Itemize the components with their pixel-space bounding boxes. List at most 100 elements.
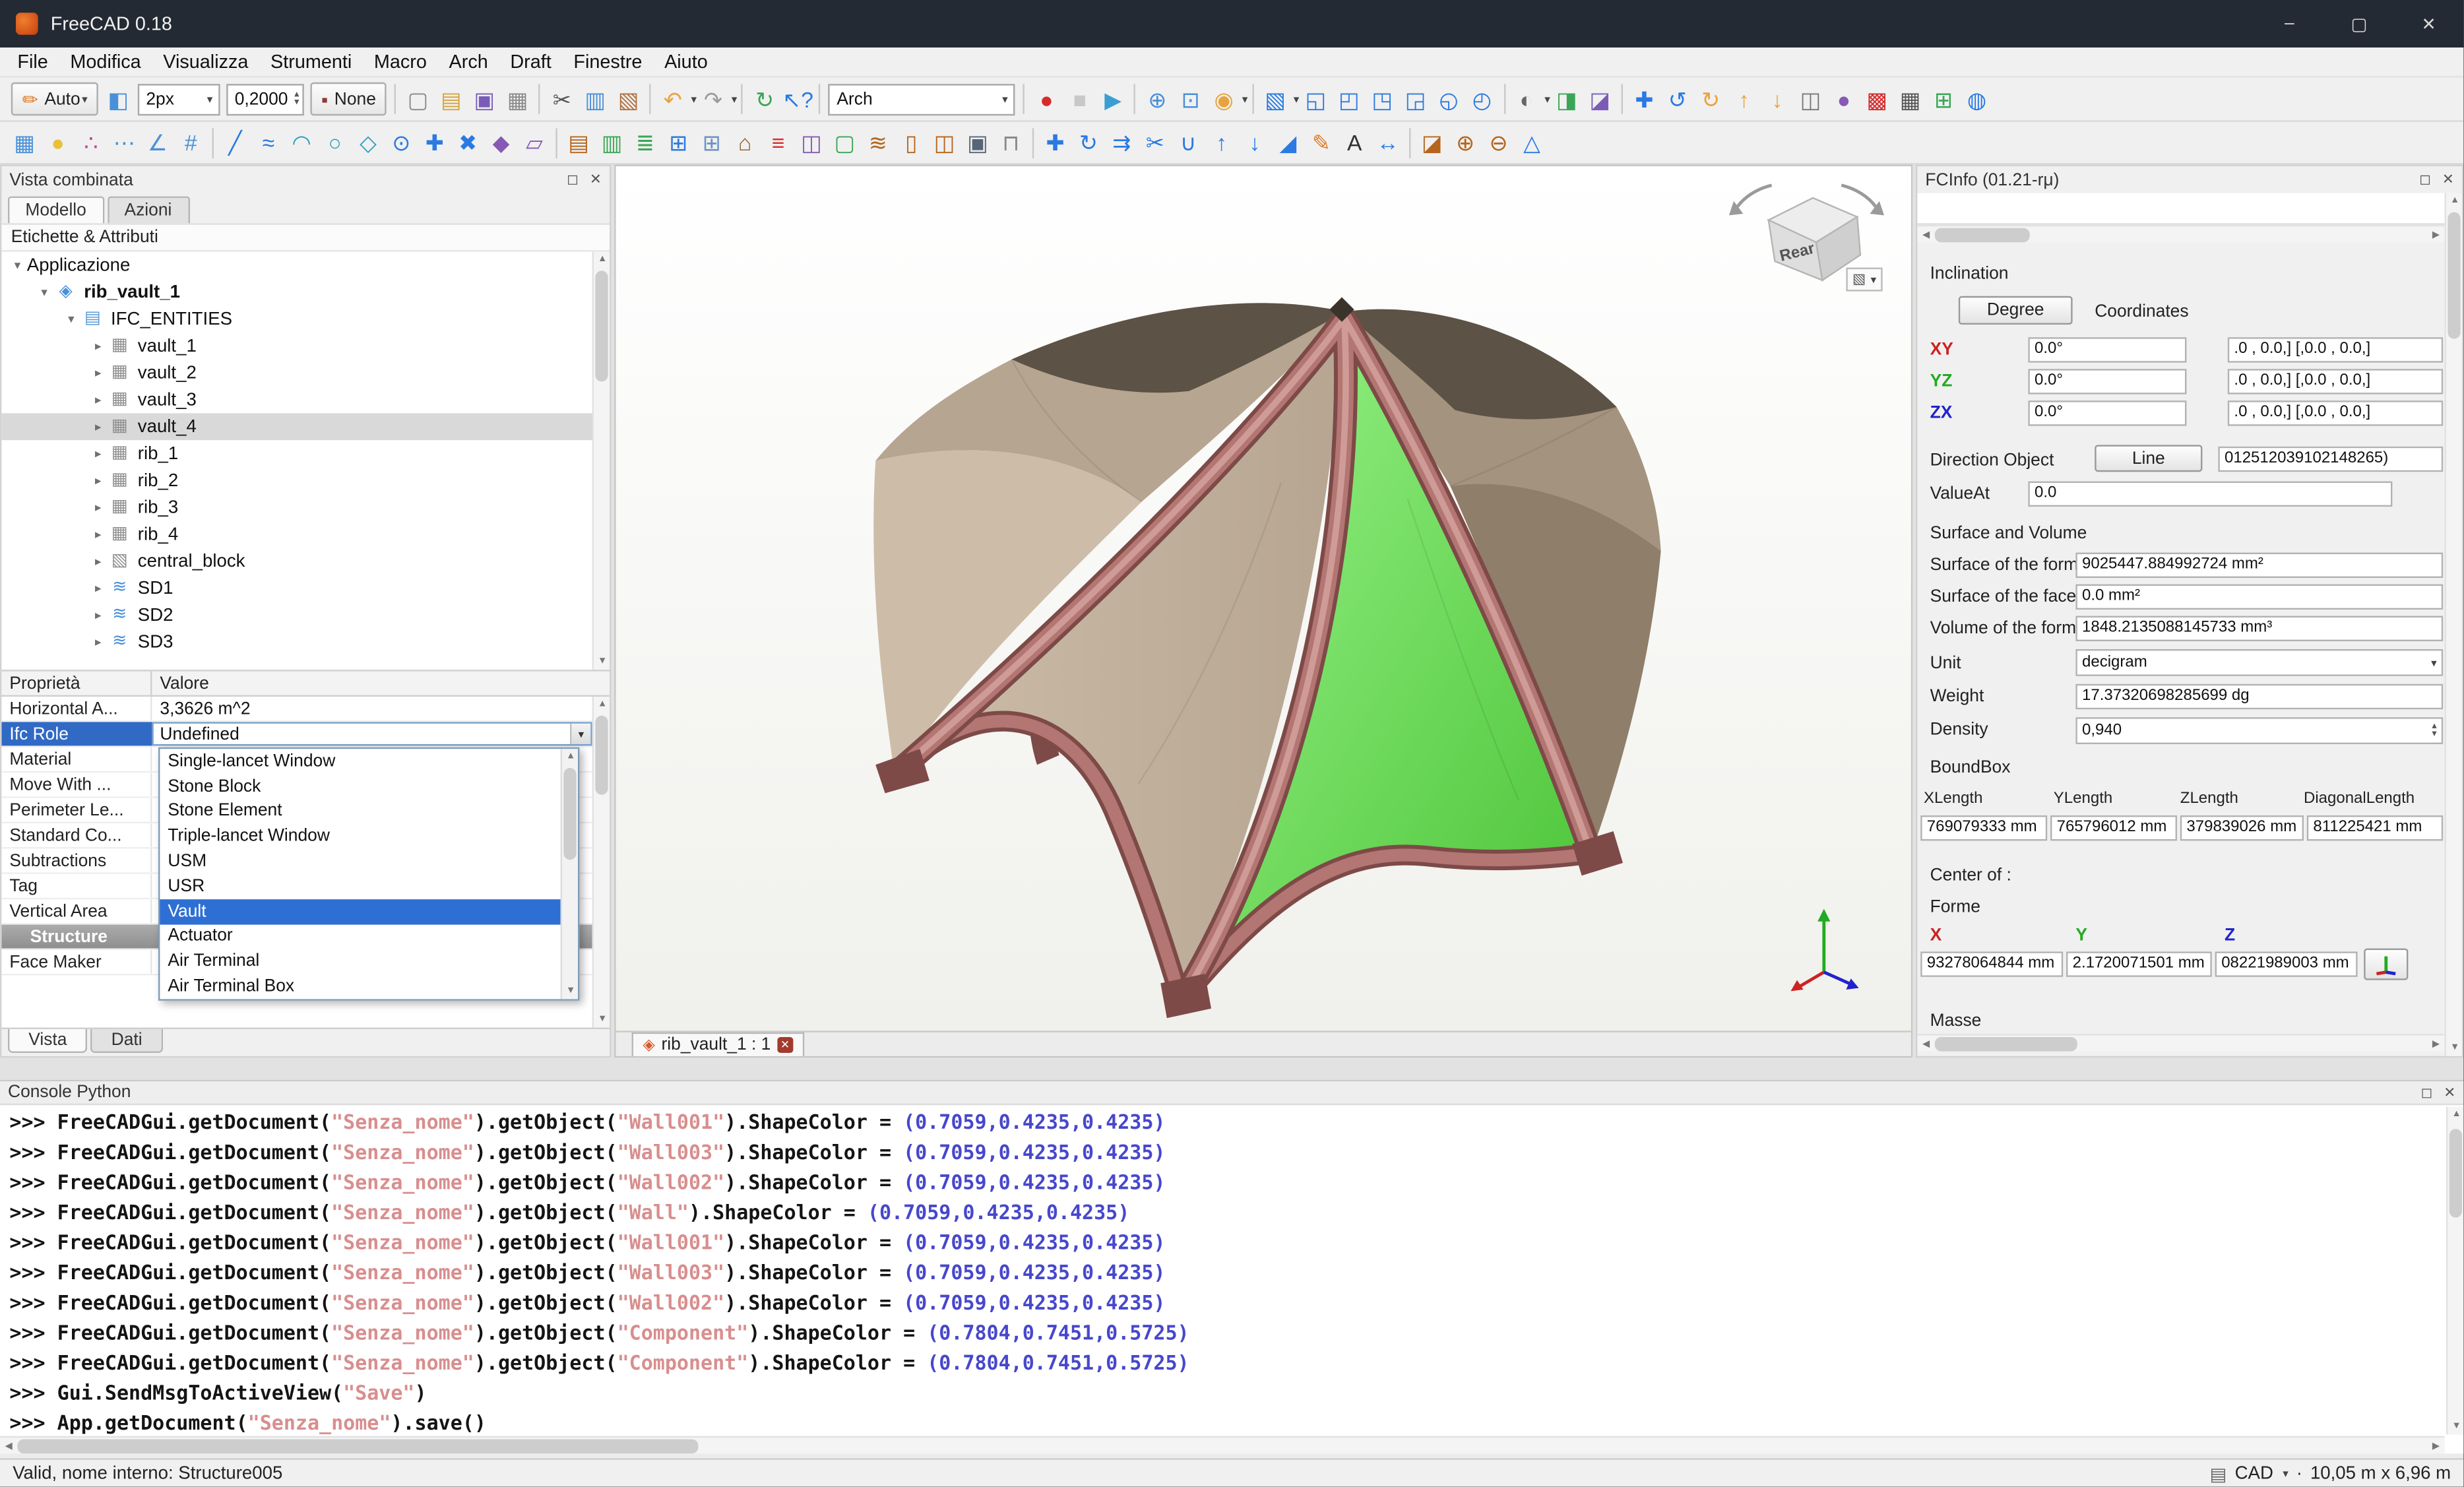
- document-tab[interactable]: ◈ rib_vault_1 : 1 ✕: [632, 1032, 804, 1056]
- tree-item-sd3[interactable]: ▸≋SD3: [1, 629, 592, 656]
- std-print-icon[interactable]: ▦: [501, 82, 534, 115]
- arch-add-icon[interactable]: ⊕: [1449, 126, 1482, 159]
- snap-angle-icon[interactable]: ∠: [141, 126, 174, 159]
- volume-form-field[interactable]: 1848.2135088145733 mm³: [2075, 616, 2443, 641]
- axes-button[interactable]: [2364, 949, 2408, 980]
- chevron-right-icon[interactable]: ▸: [88, 554, 108, 569]
- spin-arrows-icon[interactable]: ▴▾: [2432, 723, 2436, 739]
- arch-axis-icon[interactable]: ≡: [761, 126, 794, 159]
- edit-copy-icon[interactable]: ▥: [579, 82, 612, 115]
- xy-coords-field[interactable]: .0 , 0.0,] [,0.0 , 0.0,]: [2228, 337, 2443, 362]
- view-zoom-up-icon[interactable]: ↑: [1727, 82, 1760, 115]
- view-right-icon[interactable]: ◳: [1366, 82, 1399, 115]
- draft-point-icon[interactable]: ⊙: [385, 126, 418, 159]
- valueat-field[interactable]: 0.0: [2028, 482, 2392, 507]
- zx-angle-field[interactable]: 0.0°: [2028, 400, 2186, 426]
- view-axonometric-icon[interactable]: ▧: [1259, 82, 1292, 115]
- tree-item-ifc-entities[interactable]: ▾▤IFC_ENTITIES: [1, 305, 592, 332]
- edit-redo-icon[interactable]: ↷: [697, 82, 730, 115]
- snap-grid-icon[interactable]: #: [174, 126, 207, 159]
- draft-wire-icon[interactable]: ≈: [252, 126, 285, 159]
- chevron-down-icon[interactable]: ▾: [8, 258, 27, 272]
- clipping-plane-icon[interactable]: ◪: [1583, 82, 1616, 115]
- draft-edit-icon[interactable]: ✎: [1305, 126, 1338, 159]
- arch-window-icon[interactable]: ⊞: [662, 126, 695, 159]
- snap-lock-icon[interactable]: ●: [41, 126, 74, 159]
- properties-column-value[interactable]: Valore: [152, 674, 208, 693]
- macro-stop-icon[interactable]: ■: [1063, 82, 1096, 115]
- tab-azioni[interactable]: Azioni: [107, 197, 189, 224]
- center-z-field[interactable]: 08221989003 mm: [2215, 951, 2358, 976]
- close-button[interactable]: ✕: [2394, 0, 2464, 47]
- tree-scrollbar[interactable]: ▲ ▼: [592, 252, 610, 670]
- arch-wall-icon[interactable]: ▤: [562, 126, 595, 159]
- menu-aiuto[interactable]: Aiuto: [653, 51, 718, 73]
- tab-modello[interactable]: Modello: [8, 197, 104, 224]
- draft-polygon-icon[interactable]: ◇: [352, 126, 385, 159]
- unit-combobox[interactable]: decigram ▾: [2075, 649, 2443, 676]
- menu-arch[interactable]: Arch: [438, 51, 499, 73]
- center-y-field[interactable]: 2.1720071501 mm: [2066, 951, 2212, 976]
- zlength-field[interactable]: 379839026 mm: [2180, 815, 2304, 840]
- menu-draft[interactable]: Draft: [499, 51, 563, 73]
- draw-style-group[interactable]: ◐▾: [1509, 82, 1550, 115]
- tree-item-vault-1[interactable]: ▸▦vault_1: [1, 332, 592, 360]
- yz-angle-field[interactable]: 0.0°: [2028, 369, 2186, 394]
- tree-item-rib-3[interactable]: ▸▦rib_3: [1, 494, 592, 521]
- rotate-view-right-icon[interactable]: ↻: [1694, 82, 1727, 115]
- tab-dati[interactable]: Dati: [90, 1029, 162, 1053]
- dropdown-item-triple-lancet-window[interactable]: Triple-lancet Window: [160, 824, 578, 849]
- surface-form-field[interactable]: 9025447.884992724 mm²: [2075, 553, 2443, 578]
- draft-text-icon[interactable]: A: [1338, 126, 1371, 159]
- chevron-right-icon[interactable]: ▸: [88, 393, 108, 407]
- properties-scrollbar[interactable]: ▲ ▼: [592, 697, 610, 1028]
- draft-grid-toggle-icon[interactable]: ▦: [8, 126, 41, 159]
- whats-this-icon[interactable]: ↖?: [781, 82, 814, 115]
- chevron-right-icon[interactable]: ▸: [88, 474, 108, 488]
- draft-scale-icon[interactable]: ◢: [1271, 126, 1304, 159]
- caret-down-icon[interactable]: ▾: [2283, 1467, 2288, 1480]
- panel-close-icon[interactable]: ✕: [2442, 171, 2454, 188]
- navcube-menu-button[interactable]: ▧ ▾: [1846, 268, 1882, 292]
- draft-construction-mode-icon[interactable]: ◧: [102, 82, 135, 115]
- dropdown-item-stone-block[interactable]: Stone Block: [160, 774, 578, 799]
- fcinfo-vscrollbar[interactable]: ▲ ▼: [2445, 193, 2462, 1056]
- draft-bspline-icon[interactable]: ▱: [518, 126, 551, 159]
- view-zoom-down-icon[interactable]: ↓: [1761, 82, 1794, 115]
- zoom-in-icon[interactable]: ⊕: [1141, 82, 1174, 115]
- draft-downgrade-icon[interactable]: ↓: [1238, 126, 1271, 159]
- view-top-icon[interactable]: ◰: [1333, 82, 1366, 115]
- macro-play-icon[interactable]: ▶: [1096, 82, 1129, 115]
- dropdown-item-stone-element[interactable]: Stone Element: [160, 799, 578, 824]
- menu-modifica[interactable]: Modifica: [59, 51, 152, 73]
- tree-item-sd1[interactable]: ▸≋SD1: [1, 575, 592, 602]
- view-left-icon[interactable]: ◴: [1465, 82, 1498, 115]
- line-button[interactable]: Line: [2095, 445, 2202, 472]
- tile-windows-icon[interactable]: ◫: [1794, 82, 1827, 115]
- panel-close-icon[interactable]: ✕: [2444, 1084, 2455, 1101]
- weight-field[interactable]: 17.37320698285699 dg: [2075, 684, 2443, 709]
- console-vscrollbar[interactable]: ▲ ▼: [2446, 1107, 2463, 1435]
- draft-close-line-icon[interactable]: ✖: [451, 126, 484, 159]
- zoom-selection-icon[interactable]: ⊡: [1174, 82, 1207, 115]
- menu-file[interactable]: File: [7, 51, 59, 73]
- arch-space-icon[interactable]: ▢: [828, 126, 861, 159]
- spreadsheet-view-icon[interactable]: ⊞: [1927, 82, 1960, 115]
- dropdown-item-air-terminal[interactable]: Air Terminal: [160, 949, 578, 974]
- edit-undo-icon[interactable]: ↶: [656, 82, 689, 115]
- arch-cut-plane-icon[interactable]: ◪: [1416, 126, 1449, 159]
- spin-arrows-icon[interactable]: ▴▾: [294, 91, 299, 107]
- menu-visualizza[interactable]: Visualizza: [152, 51, 259, 73]
- tree-item-rib-vault-1[interactable]: ▾◈rib_vault_1: [1, 278, 592, 305]
- rotate-view-left-icon[interactable]: ↺: [1661, 82, 1694, 115]
- draft-rotate-icon[interactable]: ↻: [1072, 126, 1105, 159]
- navigation-style-label[interactable]: CAD: [2235, 1464, 2273, 1483]
- draft-facebinder-icon[interactable]: ✚: [418, 126, 451, 159]
- property-value[interactable]: Undefined▾: [152, 722, 592, 745]
- yz-coords-field[interactable]: .0 , 0.0,] [,0.0 , 0.0,]: [2228, 369, 2443, 394]
- arch-equipment-icon[interactable]: ▣: [961, 126, 994, 159]
- pan-view-icon[interactable]: ✚: [1627, 82, 1660, 115]
- draft-scale-factor-spinbox[interactable]: 0,2000▴▾: [227, 83, 304, 115]
- tree-item-vault-4[interactable]: ▸▦vault_4: [1, 413, 592, 440]
- degree-button[interactable]: Degree: [1959, 296, 2073, 325]
